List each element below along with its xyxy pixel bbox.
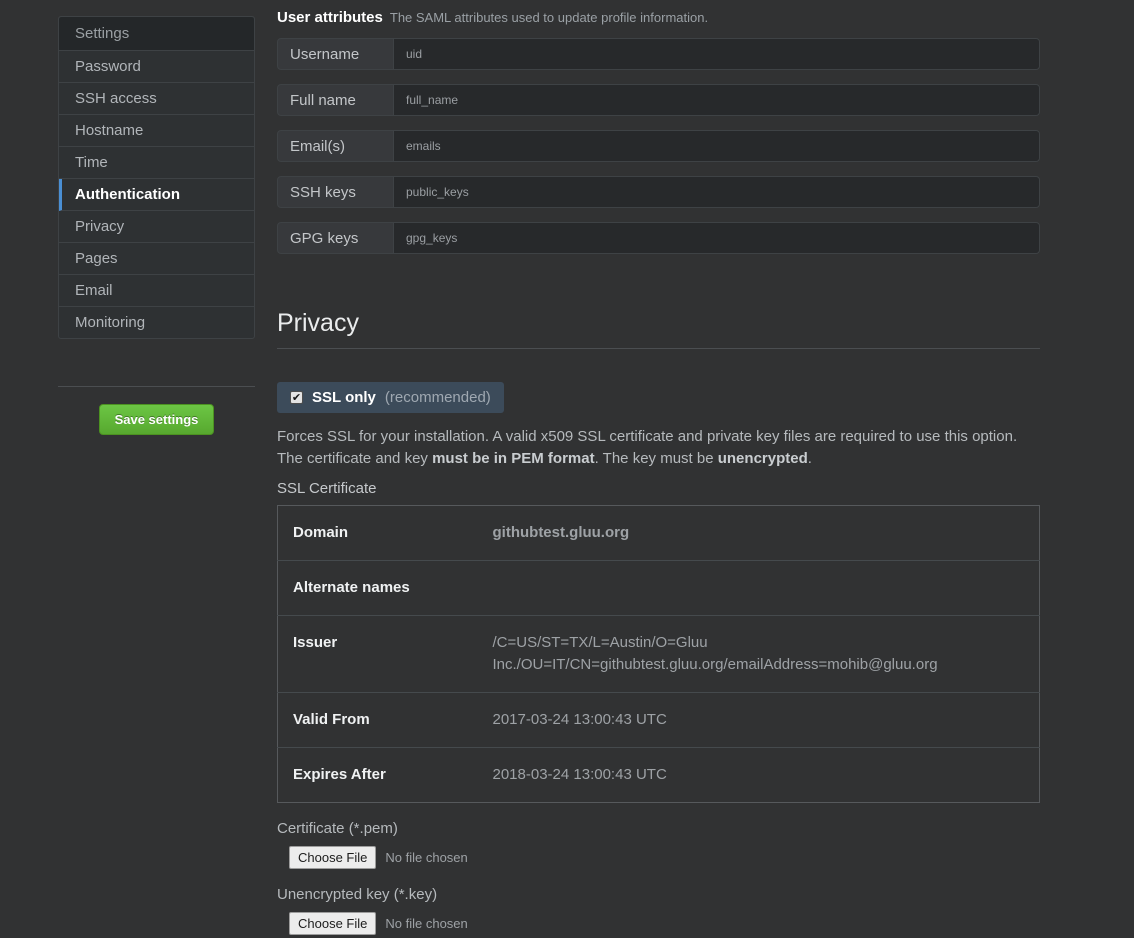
- cert-row-label: Alternate names: [278, 561, 478, 616]
- cert-row-expires-after: Expires After 2018-03-24 13:00:43 UTC: [278, 748, 1040, 803]
- cert-row-issuer: Issuer /C=US/ST=TX/L=Austin/O=Gluu Inc./…: [278, 616, 1040, 693]
- file-input-row: Choose File No file chosen: [289, 846, 1040, 869]
- sidebar-item-label: Time: [75, 154, 108, 171]
- sidebar-item-authentication[interactable]: Authentication: [59, 179, 254, 211]
- upload-label: Unencrypted key (*.key): [277, 886, 1040, 903]
- sidebar-item-time[interactable]: Time: [59, 147, 254, 179]
- cert-row-value: [478, 561, 1040, 616]
- upload-group-unencrypted-key-key: Unencrypted key (*.key) Choose File No f…: [277, 886, 1040, 935]
- file-chosen-status: No file chosen: [385, 916, 467, 931]
- settings-sidebar: Settings Password SSH access Hostname Time A…: [58, 16, 255, 435]
- ssl-description-part: .: [808, 450, 812, 467]
- nav-items: Password SSH access Hostname Time Authentica…: [59, 51, 254, 338]
- cert-row-value: 2018-03-24 13:00:43 UTC: [478, 748, 1040, 803]
- cert-row-value: /C=US/ST=TX/L=Austin/O=Gluu Inc./OU=IT/C…: [478, 616, 1040, 693]
- ssh-keys-input[interactable]: [393, 177, 1039, 207]
- user-attributes-header: User attributes The SAML attributes used…: [277, 9, 1040, 26]
- full-name-input[interactable]: [393, 85, 1039, 115]
- ssl-only-label: SSL only: [312, 389, 376, 406]
- sidebar-item-label: Pages: [75, 250, 118, 267]
- ssl-only-option[interactable]: ✔ SSL only (recommended): [277, 382, 504, 413]
- save-settings-button[interactable]: Save settings: [99, 404, 215, 435]
- attribute-row: Username: [277, 38, 1040, 70]
- nav-header-settings: Settings: [59, 17, 254, 51]
- file-input-row: Choose File No file chosen: [289, 912, 1040, 935]
- sidebar-item-label: Email: [75, 282, 113, 299]
- ssl-certificate-table: Domain githubtest.gluu.org Alternate nam…: [277, 505, 1040, 803]
- sidebar-item-label: Hostname: [75, 122, 143, 139]
- sidebar-item-label: Authentication: [75, 186, 180, 203]
- sidebar-item-privacy[interactable]: Privacy: [59, 211, 254, 243]
- user-attribute-fields: Username Full name Email(s) SSH keys GPG…: [277, 38, 1040, 254]
- attribute-label: Username: [278, 39, 393, 69]
- choose-file-button[interactable]: Choose File: [289, 912, 376, 935]
- sidebar-item-label: SSH access: [75, 90, 157, 107]
- upload-section: Certificate (*.pem) Choose File No file …: [277, 820, 1040, 935]
- cert-row-domain: Domain githubtest.gluu.org: [278, 506, 1040, 561]
- user-attributes-title: User attributes: [277, 9, 383, 26]
- ssl-description: Forces SSL for your installation. A vali…: [277, 426, 1040, 470]
- sidebar-item-password[interactable]: Password: [59, 51, 254, 83]
- settings-nav: Settings Password SSH access Hostname Time A…: [58, 16, 255, 339]
- attribute-label: SSH keys: [278, 177, 393, 207]
- attribute-row: GPG keys: [277, 222, 1040, 254]
- privacy-section-title: Privacy: [277, 309, 1040, 349]
- cert-row-label: Expires After: [278, 748, 478, 803]
- choose-file-button[interactable]: Choose File: [289, 846, 376, 869]
- sidebar-item-monitoring[interactable]: Monitoring: [59, 307, 254, 338]
- cert-row-value: githubtest.gluu.org: [478, 506, 1040, 561]
- email-s-input[interactable]: [393, 131, 1039, 161]
- upload-label: Certificate (*.pem): [277, 820, 1040, 837]
- upload-group-certificate-pem: Certificate (*.pem) Choose File No file …: [277, 820, 1040, 869]
- sidebar-item-pages[interactable]: Pages: [59, 243, 254, 275]
- attribute-row: Full name: [277, 84, 1040, 116]
- ssl-description-part: unencrypted: [718, 450, 808, 467]
- cert-row-label: Issuer: [278, 616, 478, 693]
- cert-row-label: Domain: [278, 506, 478, 561]
- file-chosen-status: No file chosen: [385, 850, 467, 865]
- cert-row-alternate-names: Alternate names: [278, 561, 1040, 616]
- gpg-keys-input[interactable]: [393, 223, 1039, 253]
- ssl-only-checkbox[interactable]: ✔: [290, 391, 303, 404]
- sidebar-item-label: Monitoring: [75, 314, 145, 331]
- attribute-label: GPG keys: [278, 223, 393, 253]
- main-content: User attributes The SAML attributes used…: [277, 9, 1040, 935]
- attribute-label: Full name: [278, 85, 393, 115]
- cert-row-label: Valid From: [278, 693, 478, 748]
- sidebar-item-label: Privacy: [75, 218, 124, 235]
- attribute-label: Email(s): [278, 131, 393, 161]
- ssl-only-recommended-note: (recommended): [385, 389, 491, 406]
- sidebar-divider: [58, 386, 255, 387]
- attribute-row: Email(s): [277, 130, 1040, 162]
- username-input[interactable]: [393, 39, 1039, 69]
- cert-row-valid-from: Valid From 2017-03-24 13:00:43 UTC: [278, 693, 1040, 748]
- user-attributes-description: The SAML attributes used to update profi…: [390, 10, 708, 25]
- sidebar-item-ssh-access[interactable]: SSH access: [59, 83, 254, 115]
- sidebar-item-hostname[interactable]: Hostname: [59, 115, 254, 147]
- sidebar-item-label: Password: [75, 58, 141, 75]
- cert-row-value: 2017-03-24 13:00:43 UTC: [478, 693, 1040, 748]
- sidebar-item-email[interactable]: Email: [59, 275, 254, 307]
- ssl-certificate-label: SSL Certificate: [277, 480, 1040, 497]
- attribute-row: SSH keys: [277, 176, 1040, 208]
- ssl-description-part: must be in PEM format: [432, 450, 595, 467]
- ssl-description-part: . The key must be: [595, 450, 718, 467]
